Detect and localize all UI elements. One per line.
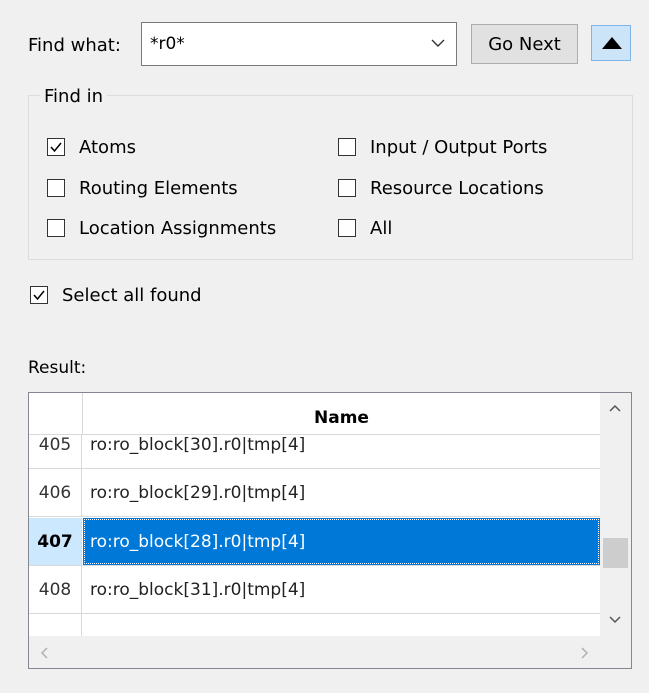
- resource-locations-checkbox[interactable]: [338, 179, 356, 197]
- horizontal-scrollbar[interactable]: [29, 636, 600, 668]
- io-ports-checkbox[interactable]: [338, 138, 356, 156]
- row-name-cell[interactable]: ro:ro_block[28].r0|tmp[4]: [83, 518, 600, 565]
- row-name-cell[interactable]: [83, 614, 600, 636]
- table-row[interactable]: 406 ro:ro_block[29].r0|tmp[4]: [29, 469, 600, 517]
- row-number[interactable]: [29, 614, 82, 636]
- find-what-value[interactable]: *r0*: [150, 34, 185, 54]
- find-what-label: Find what:: [28, 35, 121, 56]
- atoms-checkbox[interactable]: [47, 138, 65, 156]
- vertical-scroll-thumb[interactable]: [603, 538, 628, 568]
- result-grid[interactable]: 405 ro:ro_block[30].r0|tmp[4] 406 ro:ro_…: [29, 393, 600, 636]
- table-row[interactable]: 408 ro:ro_block[31].r0|tmp[4]: [29, 566, 600, 614]
- row-number[interactable]: 407: [29, 518, 82, 565]
- collapse-button[interactable]: [591, 25, 631, 61]
- row-number[interactable]: 408: [29, 566, 82, 613]
- result-label: Result:: [28, 358, 87, 378]
- checkmark-icon: [50, 142, 62, 153]
- find-in-legend: Find in: [40, 86, 108, 107]
- column-header-name[interactable]: Name: [83, 393, 600, 435]
- location-assignments-checkbox[interactable]: [47, 219, 65, 237]
- all-checkbox[interactable]: [338, 219, 356, 237]
- result-table[interactable]: 405 ro:ro_block[30].r0|tmp[4] 406 ro:ro_…: [28, 392, 632, 669]
- routing-elements-label[interactable]: Routing Elements: [79, 178, 238, 199]
- go-next-button[interactable]: Go Next: [471, 24, 578, 64]
- scroll-up-icon[interactable]: [608, 403, 622, 413]
- scrollbar-corner: [600, 636, 631, 668]
- table-row-partial[interactable]: [29, 614, 600, 636]
- all-label[interactable]: All: [370, 218, 392, 239]
- select-all-found-checkbox[interactable]: [30, 286, 48, 304]
- find-what-combobox[interactable]: *r0*: [141, 22, 457, 66]
- triangle-up-icon: [602, 37, 622, 49]
- table-row-selected[interactable]: 407 ro:ro_block[28].r0|tmp[4]: [29, 518, 600, 566]
- row-name-cell[interactable]: ro:ro_block[31].r0|tmp[4]: [83, 566, 600, 613]
- checkmark-icon: [33, 290, 45, 301]
- row-name-cell[interactable]: ro:ro_block[29].r0|tmp[4]: [83, 469, 600, 516]
- resource-locations-label[interactable]: Resource Locations: [370, 178, 544, 199]
- scroll-down-icon[interactable]: [608, 615, 622, 625]
- io-ports-label[interactable]: Input / Output Ports: [370, 137, 547, 158]
- scroll-right-icon[interactable]: [580, 646, 590, 660]
- row-number[interactable]: 406: [29, 469, 82, 516]
- location-assignments-label[interactable]: Location Assignments: [79, 218, 276, 239]
- atoms-label[interactable]: Atoms: [79, 137, 136, 158]
- vertical-scrollbar[interactable]: [600, 393, 631, 636]
- chevron-down-icon[interactable]: [428, 33, 448, 53]
- select-all-found-label[interactable]: Select all found: [62, 285, 202, 306]
- table-corner: [29, 393, 83, 435]
- routing-elements-checkbox[interactable]: [47, 179, 65, 197]
- scroll-left-icon[interactable]: [39, 646, 49, 660]
